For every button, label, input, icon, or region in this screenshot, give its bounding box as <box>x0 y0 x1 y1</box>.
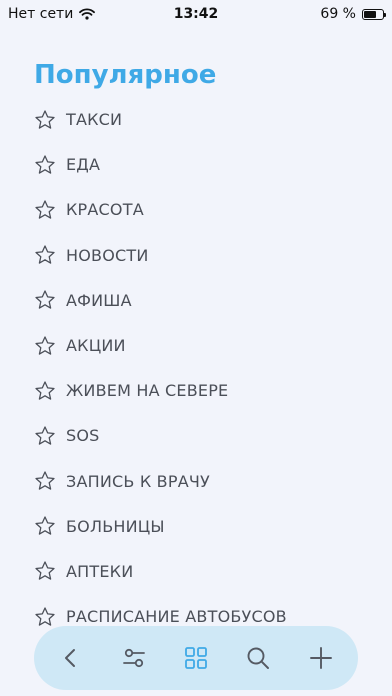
list-item[interactable]: АПТЕКИ <box>0 549 392 594</box>
list-item-label: SOS <box>66 426 100 446</box>
star-icon[interactable] <box>34 244 56 266</box>
filter-icon <box>121 645 147 671</box>
back-icon <box>59 646 83 670</box>
star-icon[interactable] <box>34 606 56 628</box>
list-item[interactable]: ЕДА <box>0 142 392 187</box>
list-item-label: ТАКСИ <box>66 110 123 130</box>
battery-level <box>364 10 376 18</box>
popular-list: ТАКСИ ЕДА КРАСОТА НОВОСТИ АФИША АКЦИИ ЖИВЕМ НА… <box>0 97 392 637</box>
list-item[interactable]: АКЦИИ <box>0 323 392 368</box>
star-icon[interactable] <box>34 199 56 221</box>
star-icon[interactable] <box>34 560 56 582</box>
filter-button[interactable] <box>114 638 154 678</box>
list-item[interactable]: ЗАПИСЬ К ВРАЧУ <box>0 459 392 504</box>
list-item[interactable]: ЖИВЕМ НА СЕВЕРЕ <box>0 368 392 413</box>
battery-icon <box>362 8 386 20</box>
list-item[interactable]: АФИША <box>0 278 392 323</box>
list-item-label: ЖИВЕМ НА СЕВЕРЕ <box>66 381 229 401</box>
page-title: Популярное <box>34 60 217 90</box>
list-item-label: КРАСОТА <box>66 200 144 220</box>
star-icon[interactable] <box>34 380 56 402</box>
catalog-button[interactable] <box>176 638 216 678</box>
list-item[interactable]: SOS <box>0 413 392 458</box>
search-button[interactable] <box>238 638 278 678</box>
star-icon[interactable] <box>34 154 56 176</box>
battery-percent: 69 % <box>320 6 356 22</box>
list-item[interactable]: БОЛЬНИЦЫ <box>0 504 392 549</box>
list-item-label: БОЛЬНИЦЫ <box>66 516 165 536</box>
search-icon <box>245 645 271 671</box>
grid-icon <box>183 645 209 671</box>
star-icon[interactable] <box>34 289 56 311</box>
plus-icon <box>308 645 334 671</box>
list-item-label: ЕДА <box>66 155 101 175</box>
star-icon[interactable] <box>34 425 56 447</box>
bottom-tab-bar <box>34 626 358 690</box>
list-item[interactable]: НОВОСТИ <box>0 233 392 278</box>
star-icon[interactable] <box>34 470 56 492</box>
status-right: 69 % <box>320 6 386 22</box>
list-item-label: АФИША <box>66 290 132 310</box>
star-icon[interactable] <box>34 109 56 131</box>
list-item-label: ЗАПИСЬ К ВРАЧУ <box>66 471 210 491</box>
list-item-label: НОВОСТИ <box>66 245 149 265</box>
list-item-label: АКЦИИ <box>66 336 126 356</box>
status-bar: Нет сети 13:42 69 % <box>0 0 392 28</box>
list-item-label: РАСПИСАНИЕ АВТОБУСОВ <box>66 607 287 627</box>
list-item[interactable]: ТАКСИ <box>0 97 392 142</box>
back-button[interactable] <box>51 638 91 678</box>
list-item[interactable]: КРАСОТА <box>0 187 392 232</box>
list-item-label: АПТЕКИ <box>66 561 134 581</box>
star-icon[interactable] <box>34 335 56 357</box>
add-button[interactable] <box>301 638 341 678</box>
star-icon[interactable] <box>34 515 56 537</box>
